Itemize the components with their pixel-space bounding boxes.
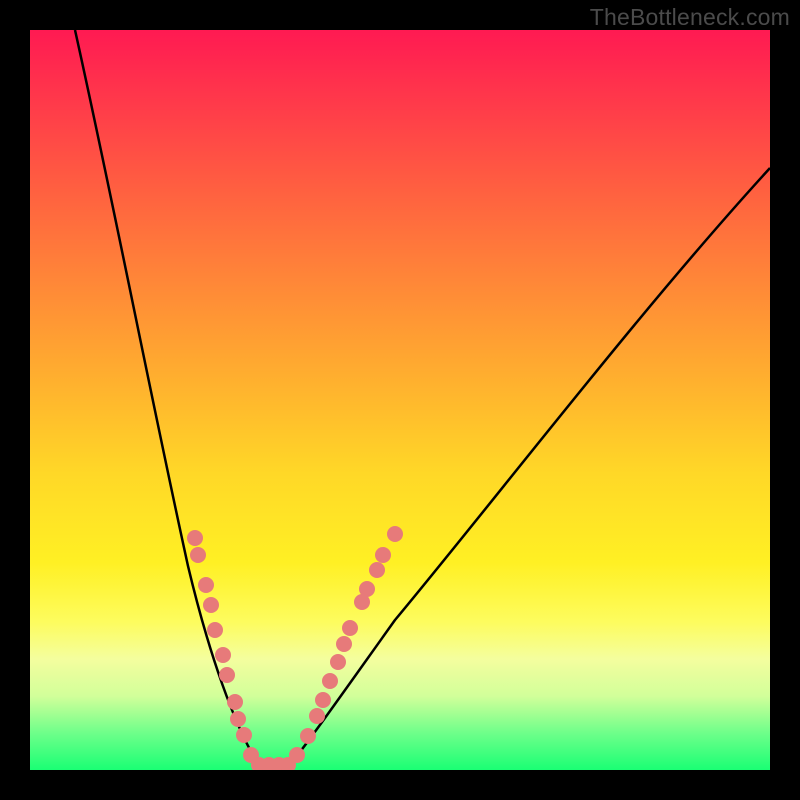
marker-dot [342, 620, 358, 636]
marker-dot [190, 547, 206, 563]
curve-right-branch [286, 168, 770, 770]
marker-dot [203, 597, 219, 613]
curve-left-branch [75, 30, 262, 770]
marker-dot [375, 547, 391, 563]
marker-dot [251, 757, 267, 770]
plot-area [30, 30, 770, 770]
marker-dot [219, 667, 235, 683]
marker-dot [236, 727, 252, 743]
marker-dot [387, 526, 403, 542]
marker-dot [289, 747, 305, 763]
marker-dot [330, 654, 346, 670]
marker-dot [198, 577, 214, 593]
marker-dot [215, 647, 231, 663]
marker-dot [243, 747, 259, 763]
marker-dot [359, 581, 375, 597]
marker-dots-left [187, 530, 296, 770]
marker-dot [280, 757, 296, 770]
marker-dot [315, 692, 331, 708]
watermark-text: TheBottleneck.com [590, 4, 790, 31]
marker-dot [322, 673, 338, 689]
figure-canvas: TheBottleneck.com [0, 0, 800, 800]
marker-dot [227, 694, 243, 710]
valley-floor [262, 768, 286, 769]
marker-dot [187, 530, 203, 546]
marker-dot [261, 757, 277, 770]
marker-dot [207, 622, 223, 638]
curve-overlay [30, 30, 770, 770]
marker-dot [230, 711, 246, 727]
marker-dot [309, 708, 325, 724]
marker-dots-right [289, 526, 403, 763]
marker-dot [369, 562, 385, 578]
marker-dot [336, 636, 352, 652]
marker-dot [354, 594, 370, 610]
marker-dot [300, 728, 316, 744]
marker-dot [271, 757, 287, 770]
